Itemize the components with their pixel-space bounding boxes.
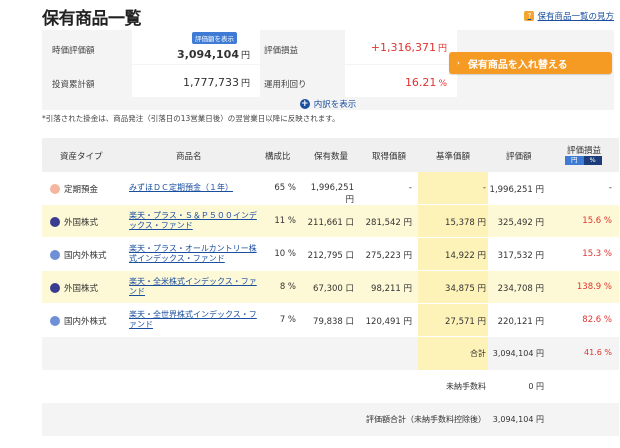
ratio-cell: 65 % [274, 183, 296, 193]
gain-cell: 138.9 % [576, 282, 612, 292]
base-price-cell: 27,571 円 [445, 317, 486, 327]
asset-type: 外国株式 [64, 284, 99, 294]
base-price-cell: - [482, 183, 486, 193]
asset-type: 定期預金 [64, 185, 99, 195]
asset-type: 外国株式 [64, 218, 99, 228]
table-row: 外国株式 楽天・全米株式インデックス・ファンド 8 % 67,300 口 98,211 … [42, 271, 619, 304]
product-link[interactable]: みずほＤＣ定期預金（１年） [129, 183, 259, 193]
units-cell: 212,795 口 [307, 251, 354, 261]
table-row: 国内外株式 楽天・全世界株式インデックス・ファンド 7 % 79,838 口 120,4… [42, 304, 619, 337]
value-cell: 1,996,251 円 [489, 185, 544, 195]
plus-circle-icon: + [299, 98, 310, 109]
asset-type: 国内外株式 [64, 317, 107, 327]
table-row: 定期預金 みずほＤＣ定期預金（１年） 65 % 1,996,251 円 - -1,996,… [42, 172, 619, 205]
gain-cell: 15.3 % [582, 249, 612, 259]
col-ratio: 構成比 [265, 152, 291, 162]
value-cell: 325,492 円 [497, 218, 544, 228]
holdings-table: 資産タイプ 商品名 構成比 保有数量 取得価額 基準価額 評価額 評価損益 円 … [42, 138, 619, 436]
col-value: 評価額 [506, 152, 532, 162]
ratio-cell: 7 % [279, 315, 296, 325]
units-cell: 67,300 口 [313, 284, 354, 294]
unrealized-cell: +1,316,371 円 [345, 30, 457, 64]
net-total-row: 評価額合計（未納手数料控除後） 3,094,104 円 [42, 403, 619, 436]
asset-type-dot [50, 250, 60, 260]
gain-cell: - [608, 183, 612, 193]
cost-cell: 98,211 円 [371, 284, 412, 294]
asset-type-dot [50, 283, 60, 293]
col-product: 商品名 [176, 152, 202, 162]
ratio-cell: 8 % [279, 282, 296, 292]
unrealized-value: +1,316,371 [370, 41, 436, 54]
help-link-label[interactable]: 保有商品一覧の見方 [537, 10, 614, 22]
asset-type-dot [50, 184, 60, 194]
base-price-cell: 14,922 円 [445, 251, 486, 261]
net-total-label: 評価額合計（未納手数料控除後） [366, 415, 486, 424]
table-header: 資産タイプ 商品名 構成比 保有数量 取得価額 基準価額 評価額 評価損益 円 … [42, 138, 619, 172]
product-link[interactable]: 楽天・全米株式インデックス・ファンド [129, 277, 259, 297]
ratio-cell: 10 % [274, 249, 296, 259]
gain-cell: 15.6 % [582, 216, 612, 226]
table-body: 定期預金 みずほＤＣ定期預金（１年） 65 % 1,996,251 円 - -1,996,… [42, 172, 619, 337]
base-price-cell: 34,875 円 [445, 284, 486, 294]
unpaid-fee-label: 未納手数料 [446, 382, 486, 391]
yield-label: 運用利回り [264, 80, 307, 90]
market-value-cell: 評価額を表示 3,094,104 円 [132, 30, 260, 64]
base-price-cell: 15,378 円 [445, 218, 486, 228]
gain-unit-toggle[interactable]: 円 % [565, 156, 602, 165]
total-label: 合計 [470, 349, 486, 358]
cost-cell: 281,542 円 [365, 218, 412, 228]
ratio-cell: 11 % [274, 216, 296, 226]
value-cell: 317,532 円 [497, 251, 544, 261]
unpaid-fee-row: 未納手数料 0 円 [42, 370, 619, 403]
holdings-page: 保有商品一覧 ? 保有商品一覧の見方 時価評価額 評価額を表示 3,094,10… [0, 0, 620, 448]
help-link[interactable]: ? 保有商品一覧の見方 [524, 10, 614, 22]
col-base-price: 基準価額 [436, 152, 471, 162]
total-row: 合計 3,094,104 円 41.6 % [42, 337, 619, 370]
net-total-value: 3,094,104 円 [492, 415, 544, 424]
help-icon: ? [524, 11, 535, 21]
market-value-label: 時価評価額 [52, 46, 95, 56]
asset-type-dot [50, 316, 60, 326]
value-cell: 220,121 円 [497, 317, 544, 327]
gain-toggle-yen[interactable]: 円 [565, 156, 584, 165]
cost-cell: 275,223 円 [365, 251, 412, 261]
table-row: 外国株式 楽天・プラス・Ｓ＆Ｐ５００インデックス・ファンド 11 % 211,661 … [42, 205, 619, 238]
asset-type: 国内外株式 [64, 251, 107, 261]
unpaid-fee-value: 0 円 [528, 382, 544, 391]
value-cell: 234,708 円 [497, 284, 544, 294]
market-value: 3,094,104 [177, 48, 239, 61]
units-cell: 79,838 口 [313, 317, 354, 327]
page-title: 保有商品一覧 [42, 9, 142, 29]
show-valuation-badge[interactable]: 評価額を表示 [192, 32, 237, 44]
swap-holdings-button[interactable]: › 保有商品を入れ替える [449, 52, 612, 74]
show-breakdown-label: 内訳を表示 [313, 99, 357, 110]
units-cell: 1,996,251 円 [310, 183, 354, 205]
units-cell: 211,661 口 [307, 218, 354, 228]
cost-cell: 120,491 円 [365, 317, 412, 327]
col-units: 保有数量 [314, 152, 349, 162]
unrealized-label: 評価損益 [264, 46, 299, 56]
reflection-note: *引落された掛金は、商品発注（引落日の13営業日後）の翌営業日以降に反映されます… [42, 114, 340, 123]
invested-cell: 1,777,733 円 [132, 65, 260, 98]
product-link[interactable]: 楽天・プラス・オールカントリー株式インデックス・ファンド [129, 244, 259, 264]
product-link[interactable]: 楽天・プラス・Ｓ＆Ｐ５００インデックス・ファンド [129, 211, 259, 231]
chevron-right-icon: › [457, 59, 460, 67]
yield-cell: 16.21% [345, 65, 457, 98]
gain-cell: 82.6 % [582, 315, 612, 325]
asset-type-dot [50, 217, 60, 227]
invested-label: 投資累計額 [52, 80, 95, 90]
total-value: 3,094,104 円 [492, 349, 544, 358]
cost-cell: - [408, 183, 412, 193]
col-cost: 取得価額 [372, 152, 407, 162]
invested-value: 1,777,733 [183, 76, 239, 89]
show-breakdown-toggle[interactable]: + 内訳を表示 [42, 97, 614, 110]
product-link[interactable]: 楽天・全世界株式インデックス・ファンド [129, 310, 259, 330]
col-gain: 評価損益 [567, 146, 602, 156]
gain-toggle-pct[interactable]: % [583, 156, 602, 165]
swap-holdings-label: 保有商品を入れ替える [467, 59, 568, 71]
col-asset-type: 資産タイプ [60, 152, 103, 162]
yield-value: 16.21 [404, 76, 437, 89]
table-row: 国内外株式 楽天・プラス・オールカントリー株式インデックス・ファンド 10 % 212… [42, 238, 619, 271]
total-gain: 41.6 % [584, 348, 612, 357]
